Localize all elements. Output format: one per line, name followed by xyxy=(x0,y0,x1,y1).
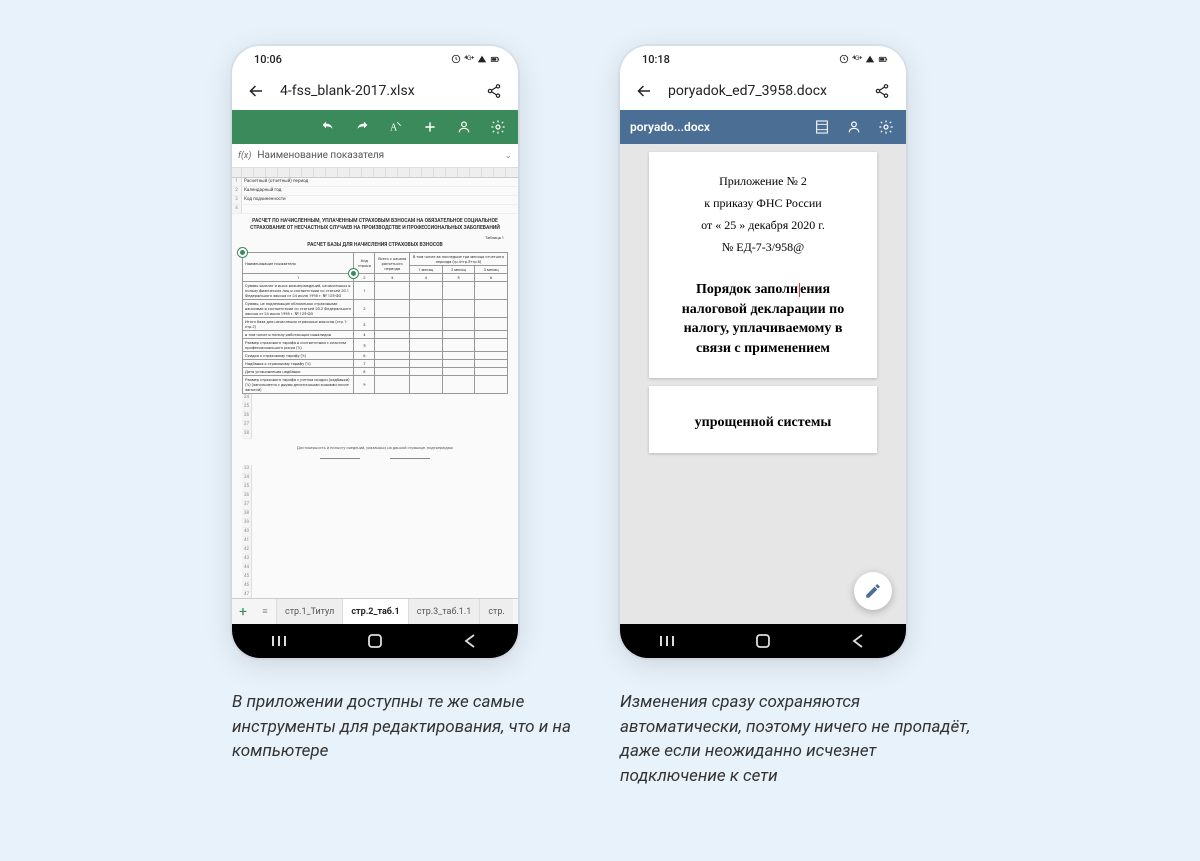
doc-header-line: к приказу ФНС России xyxy=(677,194,849,212)
file-title: 4-fss_blank-2017.xlsx xyxy=(280,83,470,99)
collaborator-icon[interactable] xyxy=(454,117,474,137)
doc-subheading: РАСЧЕТ БАЗЫ ДЛЯ НАЧИСЛЕНИЯ СТРАХОВЫХ ВЗН… xyxy=(232,240,518,252)
formula-bar[interactable]: f(x) Наименование показателя ⌄ xyxy=(232,144,518,168)
status-bar: 10:18 ⁴ᴳ⁺ xyxy=(620,46,906,72)
status-time: 10:18 xyxy=(642,53,670,66)
redo-icon[interactable] xyxy=(352,117,372,137)
android-nav-bar xyxy=(620,624,906,658)
tab-page3[interactable]: стр.3_таб.1.1 xyxy=(408,599,480,624)
app-header: 4-fss_blank-2017.xlsx xyxy=(232,72,518,110)
caption-left: В приложении доступны те же самые инстру… xyxy=(232,690,572,764)
sheet-grid[interactable]: 1Расчетный (отчетный) период 2Календарны… xyxy=(232,168,518,598)
status-bar: 10:06 ⁴ᴳ⁺ xyxy=(232,46,518,72)
status-time: 10:06 xyxy=(254,53,282,66)
sheets-toolbar: A xyxy=(232,110,518,144)
collaborator-icon[interactable] xyxy=(844,117,864,137)
phone-sheets: 10:06 ⁴ᴳ⁺ 4-fss_blank-2017.xlsx A f(x) Н… xyxy=(232,46,518,658)
document-canvas[interactable]: Приложение № 2 к приказу ФНС России от «… xyxy=(620,144,906,624)
calculation-table: Наименование показателя Код строки Всего… xyxy=(242,252,508,394)
app-header: poryadok_ed7_3958.docx xyxy=(620,72,906,110)
recents-button[interactable] xyxy=(265,635,295,647)
column-headers xyxy=(232,168,518,178)
status-icons: ⁴ᴳ⁺ xyxy=(451,54,500,65)
phone-docs: 10:18 ⁴ᴳ⁺ poryadok_ed7_3958.docx poryado… xyxy=(620,46,906,658)
tab-page4[interactable]: стр. xyxy=(479,599,512,624)
signature-lines xyxy=(232,456,518,465)
gear-icon[interactable] xyxy=(876,117,896,137)
doc-tab-name: poryado...docx xyxy=(630,120,800,134)
doc-header-line: Приложение № 2 xyxy=(677,172,849,190)
home-button[interactable] xyxy=(748,634,778,648)
caption-right: Изменения сразу сохраняются автоматическ… xyxy=(620,690,972,789)
confirm-text: Достоверность и полноту сведений, указан… xyxy=(232,439,518,456)
file-title: poryadok_ed7_3958.docx xyxy=(668,83,858,99)
tab-page2[interactable]: стр.2_таб.1 xyxy=(342,599,407,624)
fx-value: Наименование показателя xyxy=(257,150,498,161)
back-icon[interactable] xyxy=(246,81,266,101)
doc-page-2[interactable]: упрощенной системы xyxy=(649,386,877,453)
status-icons: ⁴ᴳ⁺ xyxy=(839,54,888,65)
back-icon[interactable] xyxy=(634,81,654,101)
back-button[interactable] xyxy=(455,634,485,648)
format-icon[interactable]: A xyxy=(386,117,406,137)
undo-icon[interactable] xyxy=(318,117,338,137)
gear-icon[interactable] xyxy=(488,117,508,137)
layout-icon[interactable] xyxy=(812,117,832,137)
chevron-down-icon[interactable]: ⌄ xyxy=(504,151,512,161)
sheets-menu-icon[interactable]: ≡ xyxy=(254,599,276,624)
tab-page1[interactable]: стр.1_Титул xyxy=(276,599,342,624)
share-icon[interactable] xyxy=(872,81,892,101)
sheet-tabs: + ≡ стр.1_Титул стр.2_таб.1 стр.3_таб.1.… xyxy=(232,598,518,624)
back-button[interactable] xyxy=(843,634,873,648)
docs-toolbar: poryado...docx xyxy=(620,110,906,144)
svg-text:A: A xyxy=(390,122,398,133)
edit-fab[interactable] xyxy=(854,572,892,610)
home-button[interactable] xyxy=(360,634,390,648)
share-icon[interactable] xyxy=(484,81,504,101)
android-nav-bar xyxy=(232,624,518,658)
fx-label: f(x) xyxy=(238,151,251,161)
selection-handle[interactable] xyxy=(238,248,247,257)
doc-heading: РАСЧЕТ ПО НАЧИСЛЕННЫМ, УПЛАЧЕННЫМ СТРАХО… xyxy=(232,214,518,235)
doc-header-line: от « 25 » декабря 2020 г. xyxy=(677,216,849,234)
doc-header-line: № ЕД-7-3/958@ xyxy=(677,238,849,256)
add-icon[interactable] xyxy=(420,117,440,137)
doc-main-title: Порядок заполнения налоговой декларации … xyxy=(677,280,849,358)
recents-button[interactable] xyxy=(653,635,683,647)
doc-page-1[interactable]: Приложение № 2 к приказу ФНС России от «… xyxy=(649,152,877,378)
add-sheet-button[interactable]: + xyxy=(232,599,254,624)
